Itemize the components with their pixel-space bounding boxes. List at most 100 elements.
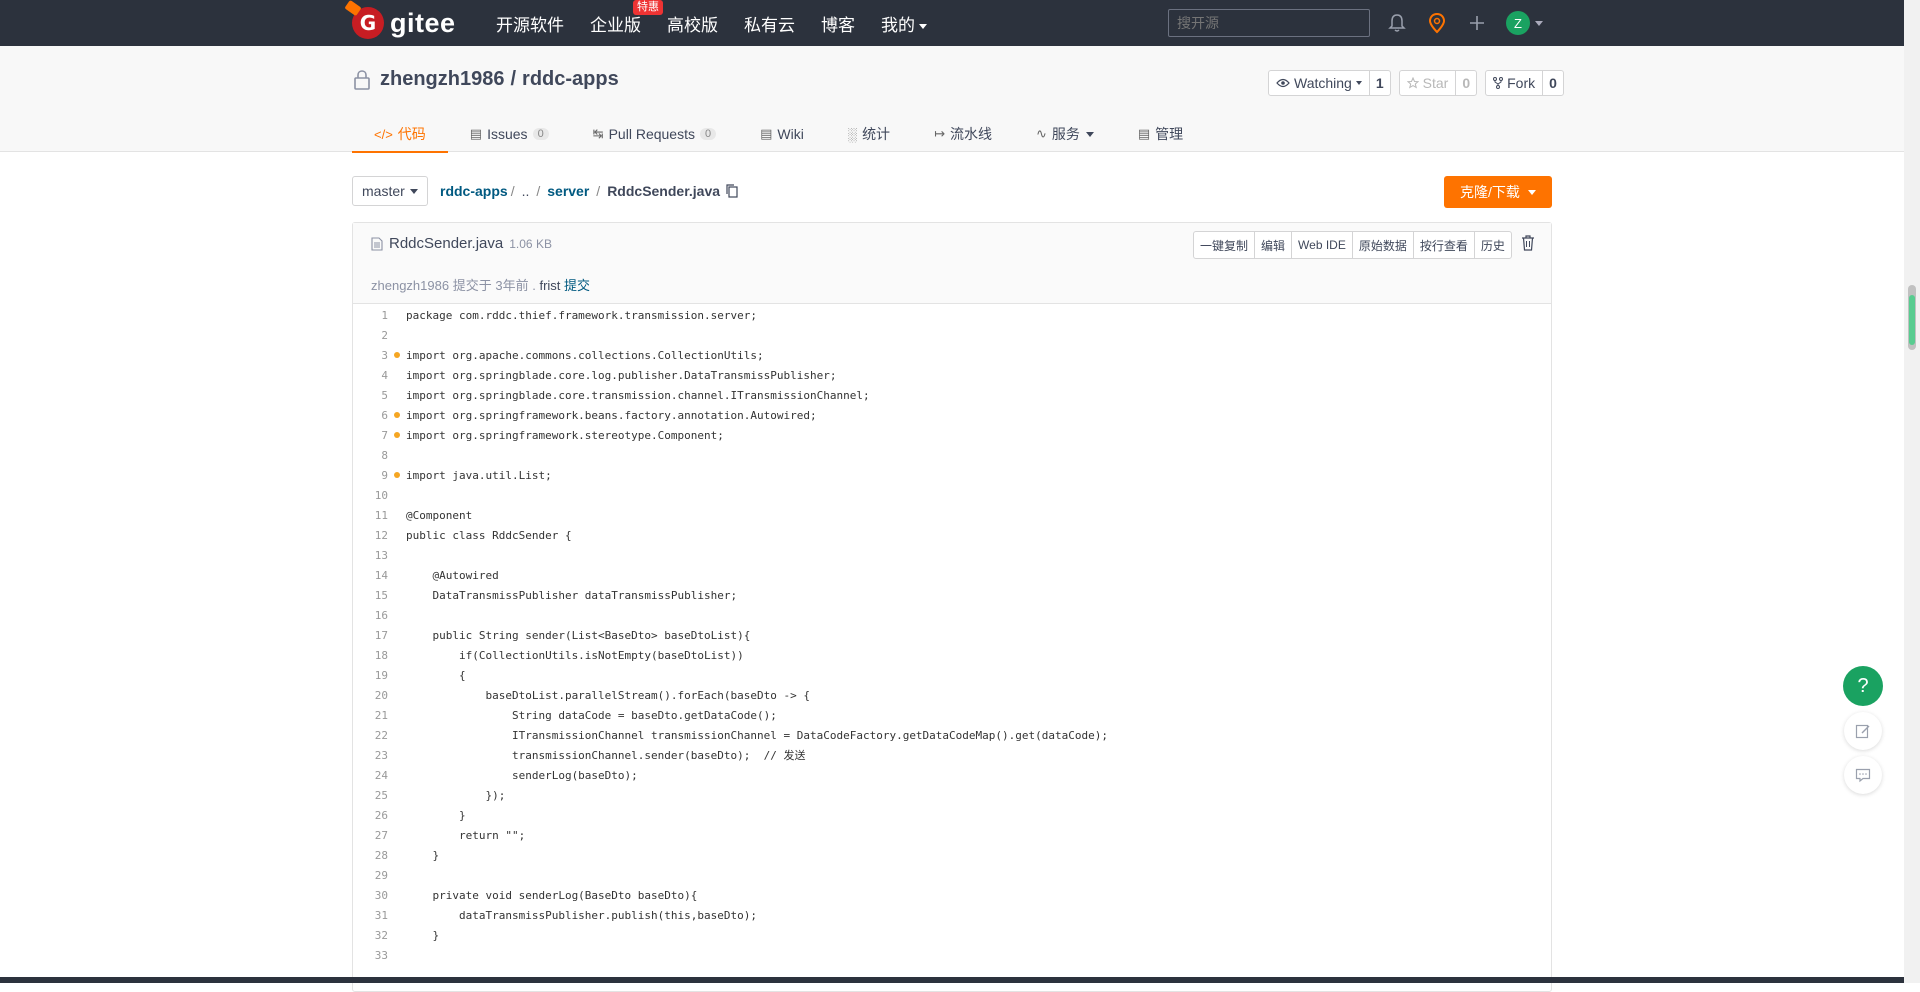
line-number[interactable]: 25 <box>353 789 388 802</box>
line-number[interactable]: 7 <box>353 429 388 442</box>
nav-link-opensource[interactable]: 开源软件 <box>496 11 564 36</box>
comment-button[interactable] <box>1844 756 1882 794</box>
history-button[interactable]: 历史 <box>1475 232 1511 258</box>
line-number[interactable]: 27 <box>353 829 388 842</box>
code-text: @Autowired <box>406 568 499 582</box>
tab-manage-label: 管理 <box>1155 126 1184 142</box>
avatar-chevron-down-icon[interactable] <box>1535 21 1543 26</box>
watch-count[interactable]: 1 <box>1370 71 1390 95</box>
tab-pipeline[interactable]: ↦ 流水线 <box>912 116 1014 152</box>
nav-link-mine[interactable]: 我的 <box>881 11 927 36</box>
nav-link-enterprise[interactable]: 企业版 特惠 <box>590 0 663 36</box>
line-number[interactable]: 17 <box>353 629 388 642</box>
tab-manage[interactable]: ▤ 管理 <box>1116 116 1205 152</box>
trash-icon[interactable] <box>1521 235 1535 251</box>
file-header: RddcSender.java 1.06 KB 一键复制 编辑 Web IDE … <box>353 223 1551 304</box>
copy-icon[interactable] <box>726 184 738 198</box>
line-number[interactable]: 21 <box>353 709 388 722</box>
line-number[interactable]: 28 <box>353 849 388 862</box>
line-number[interactable]: 33 <box>353 949 388 962</box>
code-text: import org.springblade.core.log.publishe… <box>406 368 837 382</box>
star-button[interactable]: Star 0 <box>1398 70 1478 96</box>
line-number[interactable]: 19 <box>353 669 388 682</box>
change-marker-dot <box>394 352 400 358</box>
line-number[interactable]: 16 <box>353 609 388 622</box>
line-number[interactable]: 5 <box>353 389 388 402</box>
project-name[interactable]: rddc-apps <box>522 68 619 91</box>
avatar[interactable]: Z <box>1506 11 1530 35</box>
clone-download-button[interactable]: 克隆/下载 <box>1444 176 1552 208</box>
file-viewer: RddcSender.java 1.06 KB 一键复制 编辑 Web IDE … <box>352 222 1552 992</box>
edit-button[interactable]: 编辑 <box>1255 232 1293 258</box>
line-number[interactable]: 24 <box>353 769 388 782</box>
commit-message[interactable]: frist <box>539 278 560 293</box>
plus-icon[interactable] <box>1466 12 1488 34</box>
star-count[interactable]: 0 <box>1456 71 1476 95</box>
line-number[interactable]: 9 <box>353 469 388 482</box>
book-icon: ▤ <box>760 126 773 141</box>
project-owner[interactable]: zhengzh1986 <box>380 68 504 91</box>
line-number[interactable]: 29 <box>353 869 388 882</box>
line-number[interactable]: 18 <box>353 649 388 662</box>
nav-link-education[interactable]: 高校版 <box>667 11 718 36</box>
blame-button[interactable]: 按行查看 <box>1414 232 1475 258</box>
clone-label: 克隆/下载 <box>1460 184 1520 200</box>
code-text: if(CollectionUtils.isNotEmpty(baseDtoLis… <box>406 648 744 662</box>
map-pin-icon[interactable] <box>1426 12 1448 34</box>
search-input[interactable] <box>1168 9 1370 37</box>
line-number[interactable]: 32 <box>353 929 388 942</box>
line-number[interactable]: 1 <box>353 309 388 322</box>
code-line: 24 senderLog(baseDto); <box>353 765 1551 785</box>
line-number[interactable]: 11 <box>353 509 388 522</box>
line-number[interactable]: 22 <box>353 729 388 742</box>
code-line: 22 ITransmissionChannel transmissionChan… <box>353 725 1551 745</box>
line-number[interactable]: 26 <box>353 809 388 822</box>
breadcrumb-dir[interactable]: server <box>547 183 589 199</box>
line-number[interactable]: 14 <box>353 569 388 582</box>
line-number[interactable]: 8 <box>353 449 388 462</box>
tab-pull-requests[interactable]: ↹ Pull Requests 0 <box>571 116 738 152</box>
line-number[interactable]: 15 <box>353 589 388 602</box>
line-number[interactable]: 6 <box>353 409 388 422</box>
line-number[interactable]: 31 <box>353 909 388 922</box>
watch-button[interactable]: Watching 1 <box>1268 70 1391 96</box>
code-line: 25 }); <box>353 785 1551 805</box>
line-number[interactable]: 12 <box>353 529 388 542</box>
tab-services[interactable]: ∿ 服务 <box>1014 116 1116 152</box>
line-number[interactable]: 2 <box>353 329 388 342</box>
line-number[interactable]: 3 <box>353 349 388 362</box>
settings-doc-icon: ▤ <box>1137 126 1151 141</box>
breadcrumb-root[interactable]: rddc-apps <box>440 183 508 199</box>
fork-count[interactable]: 0 <box>1543 71 1563 95</box>
tab-issues[interactable]: ▤ Issues 0 <box>448 116 571 152</box>
nav-link-blog[interactable]: 博客 <box>821 11 855 36</box>
bell-icon[interactable] <box>1386 12 1408 34</box>
code-line: 2 <box>353 325 1551 345</box>
copy-all-button[interactable]: 一键复制 <box>1194 232 1256 258</box>
commit-author[interactable]: zhengzh1986 <box>371 278 449 293</box>
line-number[interactable]: 23 <box>353 749 388 762</box>
fork-button[interactable]: Fork 0 <box>1485 70 1564 96</box>
feedback-button[interactable] <box>1844 712 1882 750</box>
raw-button[interactable]: 原始数据 <box>1353 232 1414 258</box>
scroll-marker <box>1909 295 1915 345</box>
tab-services-label: 服务 <box>1051 126 1080 142</box>
logo-text: gitee <box>390 7 456 38</box>
branch-select[interactable]: master <box>352 176 428 206</box>
tab-code[interactable]: </> 代码 <box>352 116 448 153</box>
line-number[interactable]: 30 <box>353 889 388 902</box>
page-scrollbar[interactable] <box>1904 0 1920 983</box>
gitee-logo[interactable]: G gitee <box>352 5 456 41</box>
line-number[interactable]: 13 <box>353 549 388 562</box>
tab-stats[interactable]: ░ 统计 <box>826 116 912 152</box>
breadcrumb-up[interactable]: .. <box>522 183 530 199</box>
help-button[interactable]: ? <box>1843 666 1883 706</box>
web-ide-button[interactable]: Web IDE <box>1292 232 1353 258</box>
nav-link-private-cloud[interactable]: 私有云 <box>744 11 795 36</box>
line-number[interactable]: 10 <box>353 489 388 502</box>
line-number[interactable]: 4 <box>353 369 388 382</box>
fork-icon <box>1493 77 1504 89</box>
line-number[interactable]: 20 <box>353 689 388 702</box>
tab-wiki[interactable]: ▤ Wiki <box>738 116 826 152</box>
commit-link[interactable]: 提交 <box>564 278 590 293</box>
